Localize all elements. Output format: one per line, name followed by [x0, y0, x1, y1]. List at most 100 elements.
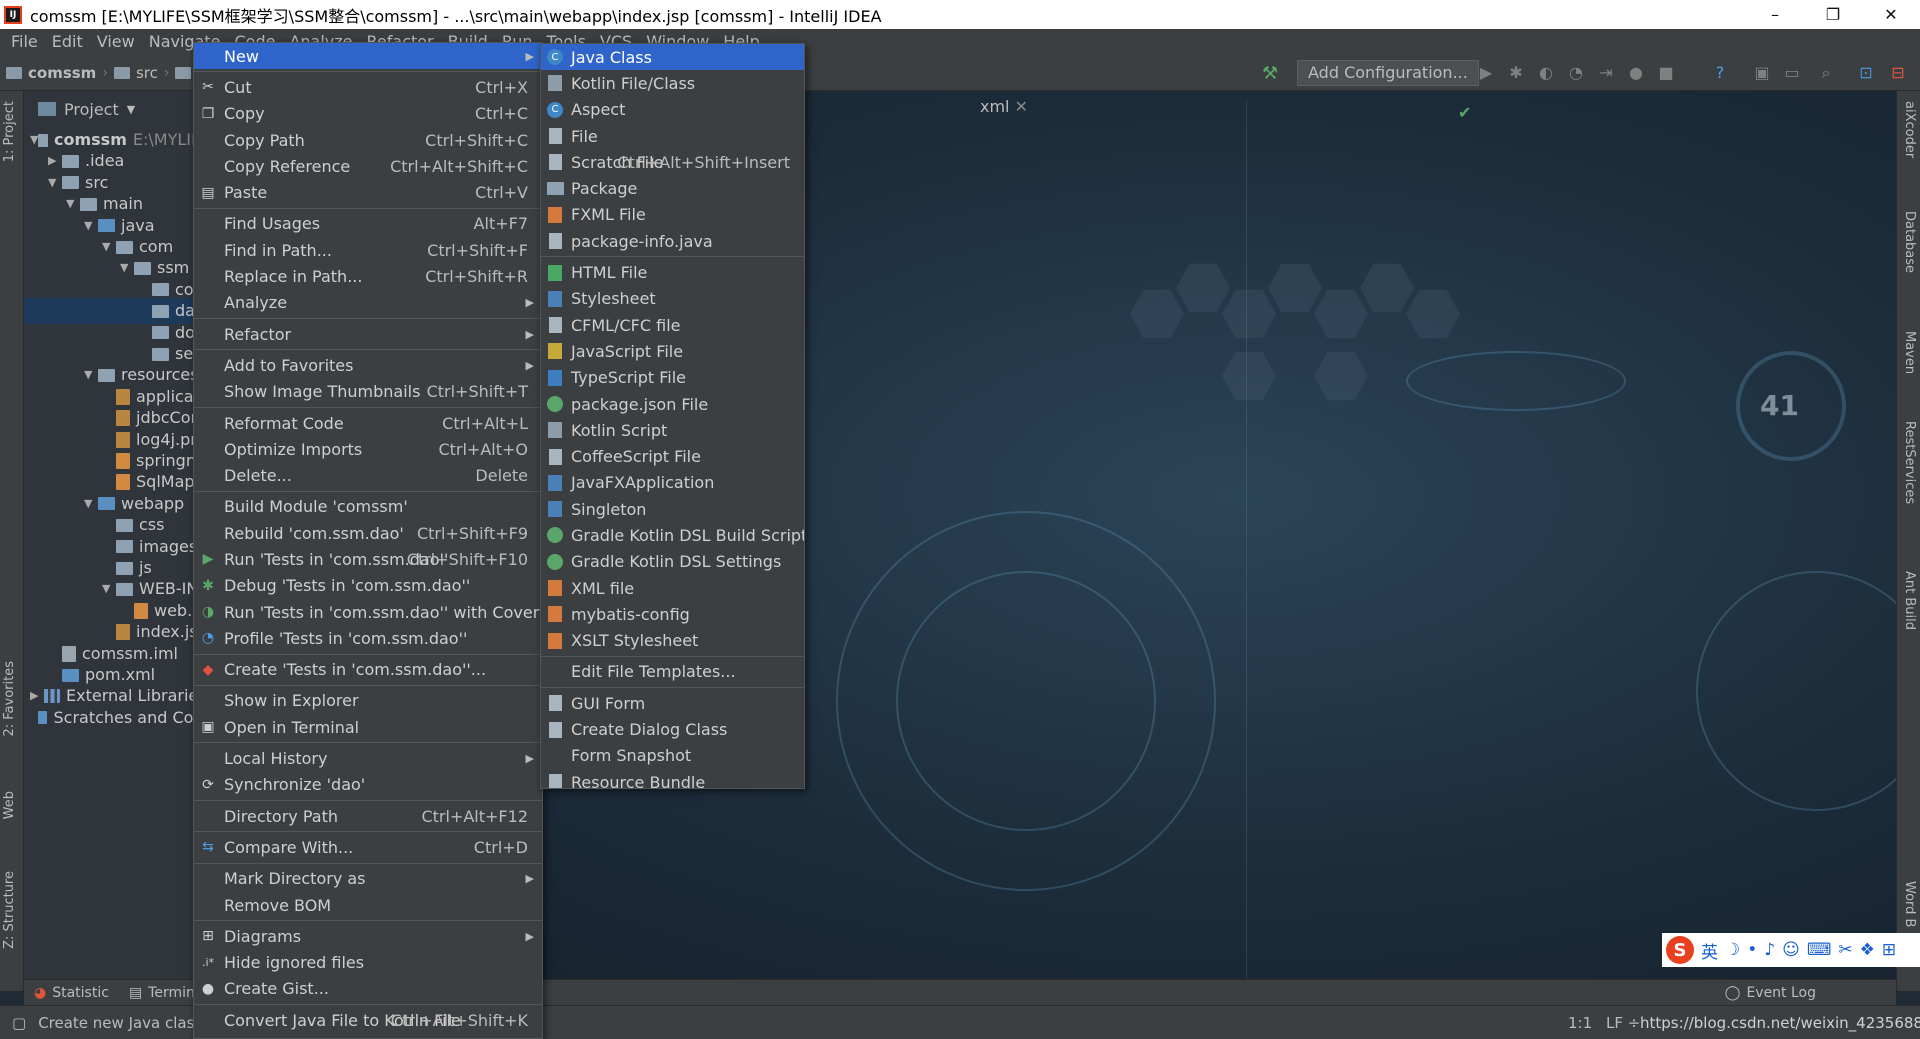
tab-project[interactable]: 1: Project [2, 101, 17, 162]
menu-item-directory-path[interactable]: Directory Path Ctrl+Alt+F12 [194, 803, 542, 829]
menu-item-webservices[interactable]: WebServices▶ [194, 1033, 542, 1038]
editor-tab[interactable]: xml ✕ [980, 97, 1028, 116]
menu-item-open-in-terminal[interactable]: ▣ Open in Terminal [194, 714, 542, 740]
event-log-button[interactable]: ◯ Event Log [1715, 985, 1826, 1001]
profile-icon[interactable]: ◔ [1566, 63, 1586, 83]
menu-item-kotlin-script[interactable]: Kotlin Script [541, 417, 804, 443]
menu-item-find-in-path[interactable]: Find in Path... Ctrl+Shift+F [194, 237, 542, 263]
status-toggle-icon[interactable]: ▢ [12, 1014, 26, 1032]
menu-item-edit-file-templates[interactable]: Edit File Templates... [541, 659, 804, 685]
menu-item-run-tests-in-com-ssm-dao-with-coverage[interactable]: ◑ Run 'Tests in 'com.ssm.dao'' with Cover… [194, 599, 542, 625]
stop-icon[interactable]: ● [1626, 63, 1646, 83]
menu-item-analyze[interactable]: Analyze ▶ [194, 290, 542, 316]
line-separator[interactable]: LF ÷ [1606, 1014, 1640, 1032]
tab-database[interactable]: Database [1902, 211, 1917, 273]
menu-item-copy[interactable]: ❐ Copy Ctrl+C [194, 101, 542, 127]
menu-item-kotlin-file-class[interactable]: Kotlin File/Class [541, 70, 804, 96]
menu-item-local-history[interactable]: Local History ▶ [194, 745, 542, 771]
menu-item-file[interactable]: File [541, 123, 804, 149]
tool-icon[interactable]: ✂ [1838, 940, 1852, 960]
tab-maven[interactable]: Maven [1902, 331, 1917, 374]
menu-item-compare-with[interactable]: ⇆ Compare With... Ctrl+D [194, 834, 542, 860]
language-toggle[interactable]: 英 [1701, 938, 1718, 963]
menu-item-aspect[interactable]: C Aspect [541, 97, 804, 123]
menu-item-replace-in-path[interactable]: Replace in Path... Ctrl+Shift+R [194, 263, 542, 289]
menu-item-run-tests-in-com-ssm-dao[interactable]: ▶ Run 'Tests in 'com.ssm.dao'' Ctrl+Shift+… [194, 546, 542, 572]
run-icon[interactable]: ▶ [1476, 63, 1496, 83]
search-icon[interactable]: ⌕ [1816, 63, 1836, 83]
menu-item-remove-bom[interactable]: Remove BOM [194, 892, 542, 918]
menu-item-gui-form[interactable]: GUI Form [541, 690, 804, 716]
menu-item-package-info-java[interactable]: package-info.java [541, 228, 804, 254]
menu-edit[interactable]: Edit [45, 29, 90, 55]
menu-item-java-class[interactable]: C Java Class [541, 44, 804, 71]
menu-item-diagrams[interactable]: ⊞ Diagrams ▶ [194, 923, 542, 949]
build-hammer-icon[interactable]: ⚒ [1262, 63, 1282, 84]
menu-item-show-image-thumbnails[interactable]: Show Image Thumbnails Ctrl+Shift+T [194, 379, 542, 405]
caret-position[interactable]: 1:1 [1568, 1014, 1592, 1032]
tab-web[interactable]: Web [2, 791, 17, 819]
tab-aixcoder[interactable]: aiXcoder [1902, 101, 1917, 158]
menu-item-package-json-file[interactable]: package.json File [541, 391, 804, 417]
statistic-tool-button[interactable]: ◕ Statistic [24, 985, 119, 1001]
attach-icon[interactable]: ⇥ [1596, 63, 1616, 83]
menu-item-hide-ignored-files[interactable]: .i* Hide ignored files [194, 950, 542, 976]
menu-item-typescript-file[interactable]: TypeScript File [541, 365, 804, 391]
tab-favorites[interactable]: 2: Favorites [2, 661, 17, 737]
menu-item-cut[interactable]: ✂ Cut Ctrl+X [194, 74, 542, 100]
menu-item-convert-java-file-to-kotlin-file[interactable]: Convert Java File to Kotlin File Ctrl+Alt… [194, 1007, 542, 1033]
menu-item-new[interactable]: New ▶ [194, 43, 542, 70]
voice-icon[interactable]: ♪ [1764, 940, 1775, 960]
menu-item-xml-file[interactable]: XML file [541, 575, 804, 601]
tab-word-book[interactable]: Word B [1902, 881, 1917, 927]
menu-item-optimize-imports[interactable]: Optimize Imports Ctrl+Alt+O [194, 436, 542, 462]
menu-item-cfml-cfc-file[interactable]: CFML/CFC file [541, 312, 804, 338]
keyboard-icon[interactable]: ⌨ [1807, 940, 1832, 960]
menu-item-delete[interactable]: Delete... Delete [194, 462, 542, 488]
menu-item-stylesheet[interactable]: Stylesheet [541, 286, 804, 312]
menu-item-form-snapshot[interactable]: Form Snapshot [541, 743, 804, 769]
minimize-button[interactable]: – [1746, 0, 1804, 29]
menu-item-rebuild-com-ssm-dao[interactable]: Rebuild 'com.ssm.dao' Ctrl+Shift+F9 [194, 520, 542, 546]
menu-item-gradle-kotlin-dsl-build-script[interactable]: Gradle Kotlin DSL Build Script [541, 522, 804, 548]
menu-item-resource-bundle[interactable]: Resource Bundle [541, 769, 804, 788]
menu-item-show-in-explorer[interactable]: Show in Explorer [194, 688, 542, 714]
menu-item-reformat-code[interactable]: Reformat Code Ctrl+Alt+L [194, 410, 542, 436]
menu-item-create-gist[interactable]: ● Create Gist... [194, 976, 542, 1002]
menu-item-fxml-file[interactable]: FXML File [541, 202, 804, 228]
breadcrumb-src[interactable]: src [108, 64, 164, 82]
menu-item-create-tests-in-com-ssm-dao[interactable]: ◆ Create 'Tests in 'com.ssm.dao''... [194, 657, 542, 683]
menu-item-scratch-file[interactable]: Scratch File Ctrl+Alt+Shift+Insert [541, 149, 804, 175]
project-structure-icon[interactable]: ▣ [1752, 63, 1772, 83]
menu-item-javascript-file[interactable]: JavaScript File [541, 338, 804, 364]
restore-button[interactable]: ❐ [1804, 0, 1862, 29]
grid-icon[interactable]: ⊞ [1882, 940, 1896, 960]
punctuation-icon[interactable]: • [1747, 940, 1757, 960]
breadcrumb-comssm[interactable]: comssm [0, 64, 102, 82]
menu-item-add-to-favorites[interactable]: Add to Favorites ▶ [194, 352, 542, 378]
plugin-icon[interactable]: ⊟ [1888, 63, 1908, 83]
menu-item-javafxapplication[interactable]: JavaFXApplication [541, 470, 804, 496]
add-configuration-button[interactable]: Add Configuration... [1297, 60, 1479, 86]
menu-item-mybatis-config[interactable]: mybatis-config [541, 601, 804, 627]
menu-item-synchronize-dao[interactable]: ⟳ Synchronize 'dao' [194, 772, 542, 798]
tab-restservices[interactable]: RestServices [1902, 421, 1917, 504]
menu-item-coffeescript-file[interactable]: CoffeeScript File [541, 443, 804, 469]
close-button[interactable]: ✕ [1862, 0, 1920, 29]
menu-item-package[interactable]: Package [541, 175, 804, 201]
menu-file[interactable]: File [4, 29, 45, 55]
emoji-icon[interactable]: ☺ [1782, 940, 1800, 960]
menu-item-html-file[interactable]: HTML File [541, 259, 804, 285]
menu-item-copy-path[interactable]: Copy Path Ctrl+Shift+C [194, 127, 542, 153]
menu-item-paste[interactable]: ▤ Paste Ctrl+V [194, 179, 542, 205]
moon-icon[interactable]: ☽ [1725, 940, 1740, 960]
menu-item-copy-reference[interactable]: Copy Reference Ctrl+Alt+Shift+C [194, 153, 542, 179]
menu-item-profile-tests-in-com-ssm-dao[interactable]: ◔ Profile 'Tests in 'com.ssm.dao'' [194, 625, 542, 651]
coverage-icon[interactable]: ◐ [1536, 63, 1556, 83]
close-tab-icon[interactable]: ✕ [1015, 97, 1028, 116]
menu-view[interactable]: View [90, 29, 142, 55]
menu-item-gradle-kotlin-dsl-settings[interactable]: Gradle Kotlin DSL Settings [541, 549, 804, 575]
skin-icon[interactable]: ❖ [1860, 940, 1875, 960]
menu-item-debug-tests-in-com-ssm-dao[interactable]: ✱ Debug 'Tests in 'com.ssm.dao'' [194, 573, 542, 599]
debug-icon[interactable]: ✱ [1506, 63, 1526, 83]
